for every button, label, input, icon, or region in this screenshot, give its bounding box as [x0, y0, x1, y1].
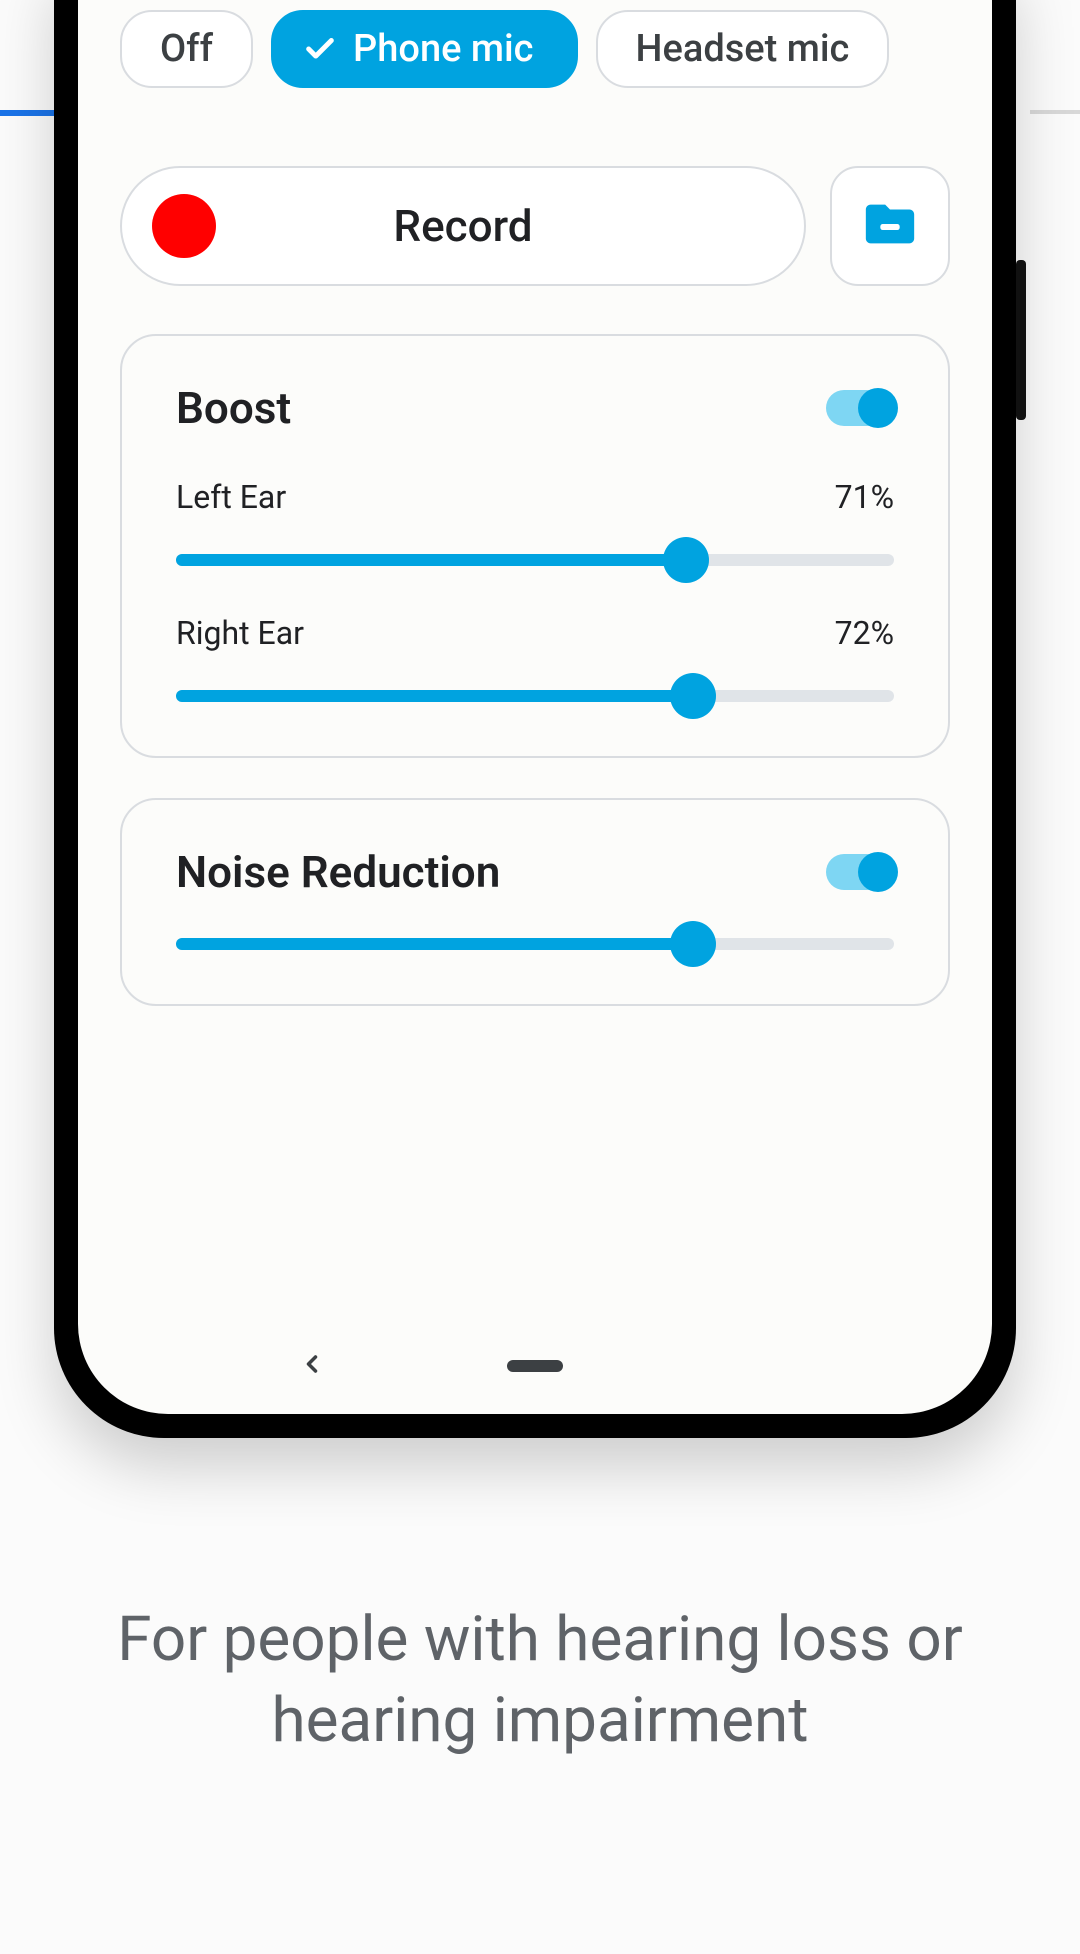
bg-accent-line-right	[1030, 110, 1080, 114]
slider-thumb	[663, 537, 709, 583]
android-navbar	[78, 1336, 992, 1396]
mic-source-headset-label: Headset mic	[636, 27, 850, 71]
boost-card-header: Boost	[176, 382, 894, 434]
slider-fill	[176, 938, 693, 950]
nav-back-button[interactable]	[298, 1350, 326, 1382]
nav-home-pill[interactable]	[507, 1360, 563, 1372]
slider-thumb	[670, 921, 716, 967]
toggle-knob	[858, 388, 898, 428]
mic-source-off[interactable]: Off	[120, 10, 253, 88]
slider-thumb	[670, 673, 716, 719]
slider-fill	[176, 554, 686, 566]
noise-card: Noise Reduction	[120, 798, 950, 1006]
boost-toggle[interactable]	[826, 390, 894, 426]
phone-side-button	[1016, 260, 1026, 420]
noise-toggle[interactable]	[826, 854, 894, 890]
boost-card: Boost Left Ear 71%	[120, 334, 950, 758]
slider-fill	[176, 690, 693, 702]
mic-source-headset[interactable]: Headset mic	[596, 10, 890, 88]
noise-card-header: Noise Reduction	[176, 846, 894, 898]
check-icon	[303, 32, 337, 66]
boost-left-labels: Left Ear 71%	[176, 478, 894, 516]
boost-right-value: 72%	[835, 614, 894, 652]
boost-right-labels: Right Ear 72%	[176, 614, 894, 652]
record-row: Record	[120, 166, 950, 286]
mic-source-segmented: Off Phone mic Headset mic	[120, 10, 950, 88]
mic-source-phone[interactable]: Phone mic	[271, 10, 578, 88]
noise-slider[interactable]	[176, 938, 894, 950]
boost-right-label: Right Ear	[176, 614, 304, 652]
marketing-caption: For people with hearing loss or hearing …	[0, 1600, 1080, 1761]
app-content: Off Phone mic Headset mic Record	[78, 0, 992, 1414]
mic-source-off-label: Off	[160, 27, 213, 71]
recordings-folder-button[interactable]	[830, 166, 950, 286]
record-label: Record	[122, 200, 804, 252]
bg-accent-line-left	[0, 110, 60, 116]
record-button[interactable]: Record	[120, 166, 806, 286]
boost-left-block: Left Ear 71%	[176, 478, 894, 566]
toggle-knob	[858, 852, 898, 892]
boost-title: Boost	[176, 382, 291, 434]
phone-screen: Off Phone mic Headset mic Record	[78, 0, 992, 1414]
boost-left-value: 71%	[835, 478, 894, 516]
phone-frame: Off Phone mic Headset mic Record	[54, 0, 1016, 1438]
mic-source-phone-label: Phone mic	[353, 27, 534, 71]
folder-icon	[861, 195, 919, 257]
boost-right-block: Right Ear 72%	[176, 614, 894, 702]
boost-left-slider[interactable]	[176, 554, 894, 566]
boost-left-label: Left Ear	[176, 478, 286, 516]
boost-right-slider[interactable]	[176, 690, 894, 702]
noise-title: Noise Reduction	[176, 846, 500, 898]
